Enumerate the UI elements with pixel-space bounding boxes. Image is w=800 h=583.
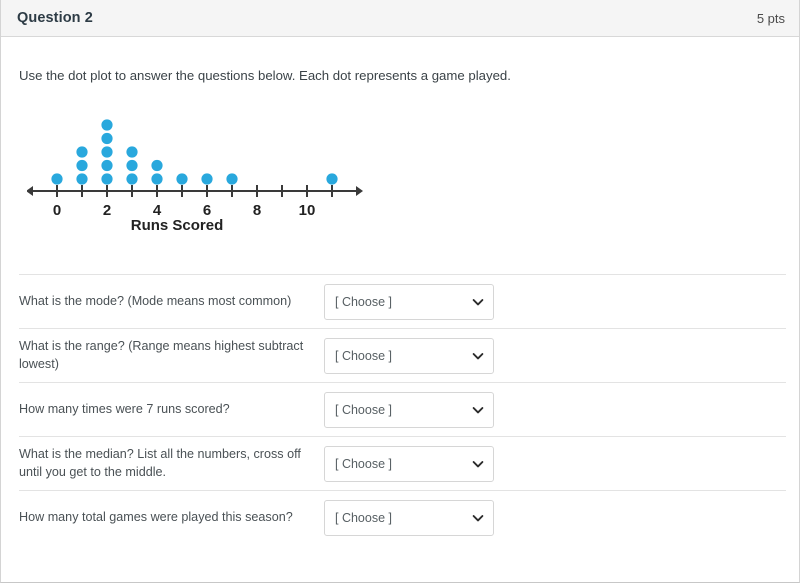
svg-text:2: 2 xyxy=(103,202,111,219)
dot-plot-dot xyxy=(151,173,163,185)
dot-plot-dot xyxy=(101,160,113,172)
question-body: Use the dot plot to answer the questions… xyxy=(1,66,799,545)
answer-dropdown-value: [ Choose ] xyxy=(335,294,392,309)
answer-dropdown-value: [ Choose ] xyxy=(335,348,392,363)
chevron-down-icon[interactable] xyxy=(472,350,484,362)
dot-plot-dot xyxy=(101,133,113,145)
answer-dropdown[interactable]: [ Choose ] xyxy=(324,500,494,537)
dot-plot-dot xyxy=(76,146,88,158)
dot-plot-dot xyxy=(226,173,238,185)
answer-dropdown[interactable]: [ Choose ] xyxy=(324,391,494,428)
question-row: What is the range? (Range means highest … xyxy=(19,329,786,384)
dot-plot-dot xyxy=(176,173,188,185)
dot-plot-figure: 0 2 4 6 8 10 Runs Scored xyxy=(27,99,377,244)
question-row-label: How many times were 7 runs scored? xyxy=(19,401,230,416)
chevron-down-icon[interactable] xyxy=(472,512,484,524)
svg-text:0: 0 xyxy=(53,202,61,219)
dot-plot-svg: 0 2 4 6 8 10 Runs Scored xyxy=(27,119,363,234)
question-row: How many total games were played this se… xyxy=(19,491,786,545)
question-row-label: What is the median? List all the numbers… xyxy=(19,447,301,479)
dot-plot-dot xyxy=(326,173,338,185)
answer-dropdown[interactable]: [ Choose ] xyxy=(324,337,494,374)
chevron-down-icon[interactable] xyxy=(472,296,484,308)
question-title: Question 2 xyxy=(17,10,93,26)
question-row: What is the median? List all the numbers… xyxy=(19,437,786,492)
answer-dropdown-value: [ Choose ] xyxy=(335,456,392,471)
dot-plot-dot xyxy=(126,160,138,172)
answer-dropdown[interactable]: [ Choose ] xyxy=(324,283,494,320)
question-row-label: What is the range? (Range means highest … xyxy=(19,339,304,371)
dot-plot-dots xyxy=(51,119,338,185)
dot-plot-dot xyxy=(151,160,163,172)
svg-text:8: 8 xyxy=(253,202,261,219)
question-row-control: [ Choose ] xyxy=(324,500,494,537)
dot-plot-dot xyxy=(201,173,213,185)
question-header: Question 2 5 pts xyxy=(1,0,799,37)
question-row: What is the mode? (Mode means most commo… xyxy=(19,275,786,330)
dot-plot-dot xyxy=(51,173,63,185)
dot-plot-dot xyxy=(126,173,138,185)
question-row-control: [ Choose ] xyxy=(324,445,494,482)
question-row-label: How many total games were played this se… xyxy=(19,510,293,525)
question-list: What is the mode? (Mode means most commo… xyxy=(19,275,786,545)
dot-plot-dot xyxy=(101,173,113,185)
dot-plot-dot xyxy=(101,146,113,158)
question-row-control: [ Choose ] xyxy=(324,391,494,428)
question-row-label: What is the mode? (Mode means most commo… xyxy=(19,293,292,308)
chevron-down-icon[interactable] xyxy=(472,404,484,416)
answer-dropdown-value: [ Choose ] xyxy=(335,511,392,526)
question-row: How many times were 7 runs scored? [ Choo… xyxy=(19,383,786,438)
dot-plot-dot xyxy=(101,119,113,131)
question-prompt: Use the dot plot to answer the questions… xyxy=(19,68,511,83)
question-row-control: [ Choose ] xyxy=(324,337,494,374)
dot-plot-x-axis-label: Runs Scored xyxy=(131,217,224,234)
chevron-down-icon[interactable] xyxy=(472,458,484,470)
dot-plot-dot xyxy=(76,160,88,172)
question-points: 5 pts xyxy=(756,10,785,26)
dot-plot-dot xyxy=(76,173,88,185)
question-card: Question 2 5 pts Use the dot plot to ans… xyxy=(0,0,800,583)
answer-dropdown-value: [ Choose ] xyxy=(335,402,392,417)
dot-plot-axis xyxy=(27,185,363,198)
svg-text:10: 10 xyxy=(299,202,316,219)
dot-plot-dot xyxy=(126,146,138,158)
answer-dropdown[interactable]: [ Choose ] xyxy=(324,445,494,482)
question-row-control: [ Choose ] xyxy=(324,283,494,320)
